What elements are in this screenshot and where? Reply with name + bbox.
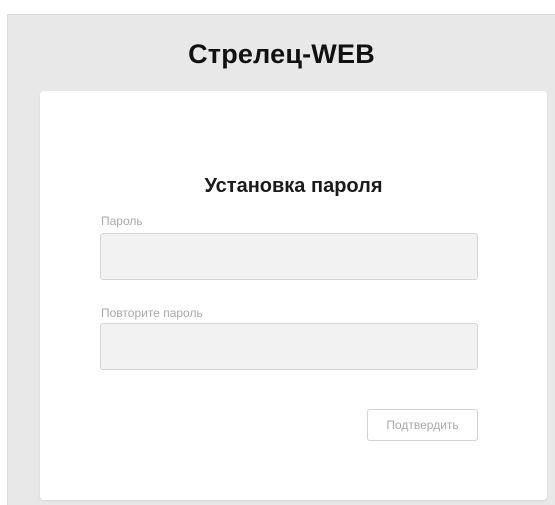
confirm-button[interactable]: Подтвердить <box>367 409 478 441</box>
password-setup-card: Установка пароля Пароль Повторите пароль… <box>40 91 547 500</box>
repeat-password-input[interactable] <box>100 323 478 370</box>
form-title: Установка пароля <box>204 175 383 197</box>
password-label: Пароль <box>101 214 143 228</box>
page-viewport: Стрелец-WEB Установка пароля Пароль Повт… <box>7 14 555 505</box>
repeat-password-label: Повторите пароль <box>101 306 203 320</box>
password-input[interactable] <box>100 233 478 280</box>
app-title: Стрелец-WEB <box>188 39 375 69</box>
